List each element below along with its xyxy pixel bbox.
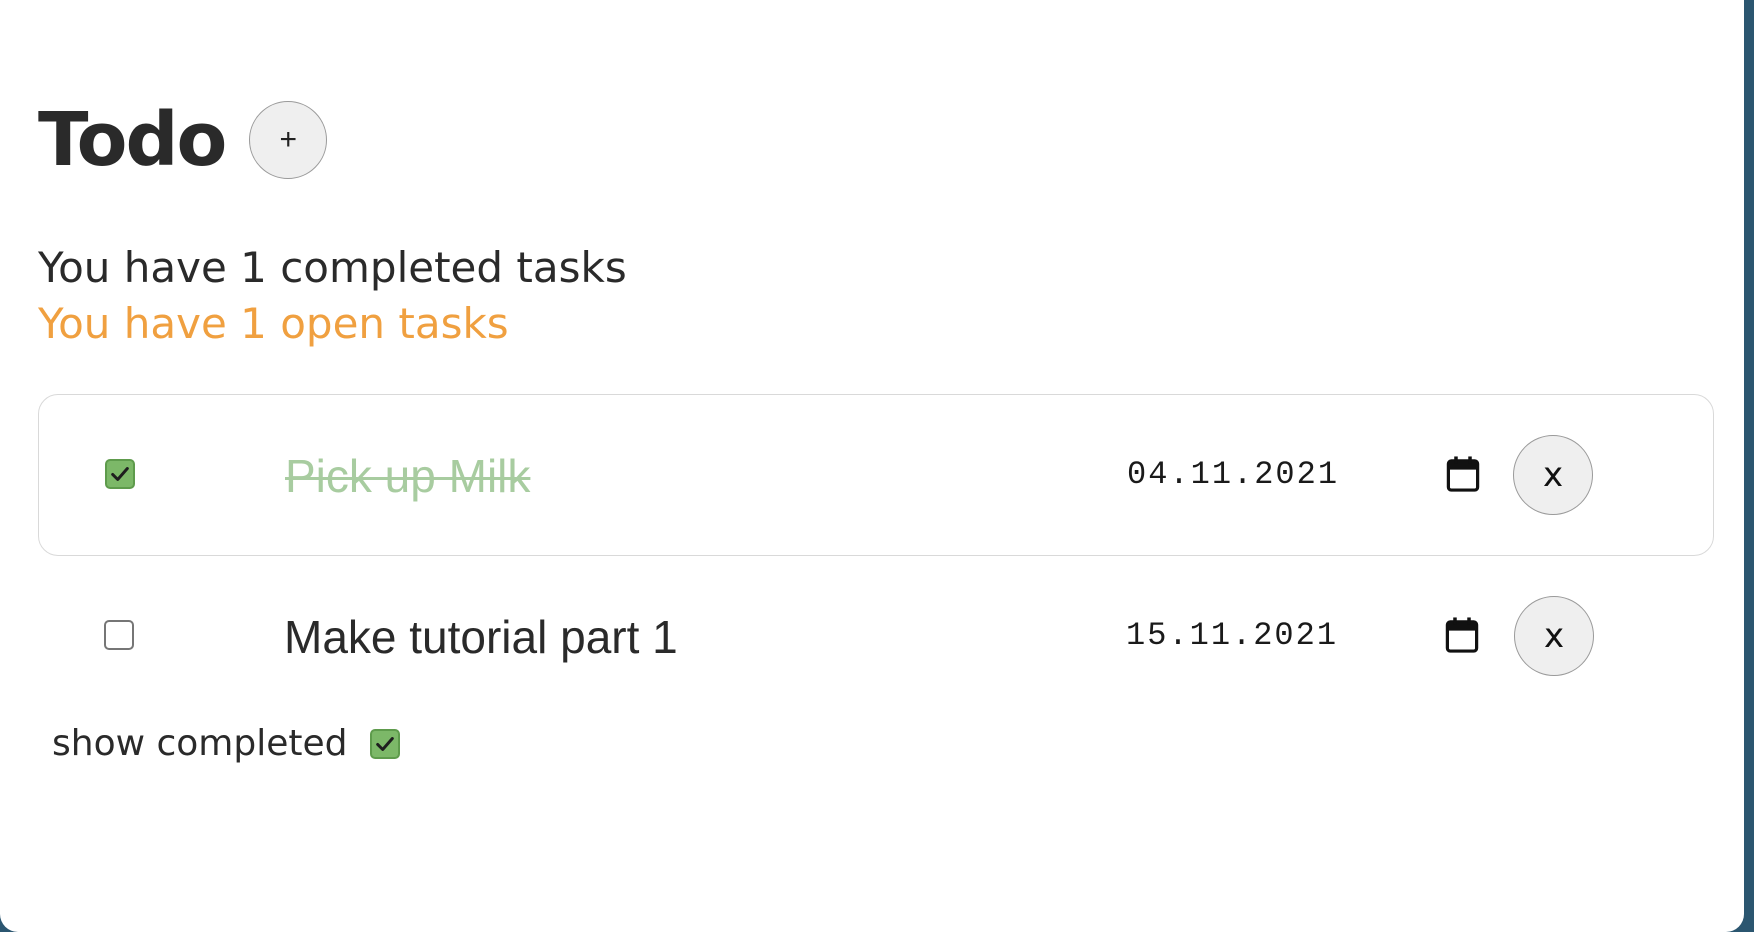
- task-date[interactable]: 04.11.2021: [1127, 455, 1339, 495]
- checkmark-icon: [111, 467, 129, 481]
- task-complete-checkbox[interactable]: [105, 459, 135, 489]
- show-completed-checkbox[interactable]: [369, 729, 400, 759]
- task-row: Pick up Milk 04.11.2021 x: [38, 394, 1714, 556]
- task-date[interactable]: 15.11.2021: [1126, 616, 1338, 656]
- delete-task-button[interactable]: x: [1514, 596, 1594, 676]
- todo-panel: Todo + You have 1 completed tasks You ha…: [0, 0, 1744, 932]
- task-text[interactable]: Pick up Milk: [285, 445, 530, 507]
- open-count-text: You have 1 open tasks: [38, 299, 509, 348]
- calendar-icon[interactable]: [1444, 616, 1480, 654]
- task-complete-checkbox[interactable]: [104, 620, 134, 650]
- page-title: Todo: [38, 97, 227, 183]
- show-completed-label: show completed: [52, 723, 348, 764]
- add-task-button[interactable]: +: [249, 101, 328, 179]
- task-text[interactable]: Make tutorial part 1: [284, 606, 678, 668]
- task-row: Make tutorial part 1 15.11.2021 x: [38, 556, 1714, 718]
- calendar-icon[interactable]: [1445, 455, 1481, 493]
- header: Todo +: [38, 95, 328, 185]
- checkmark-icon: [375, 737, 394, 751]
- completed-count-text: You have 1 completed tasks: [38, 243, 627, 292]
- show-completed-control: show completed: [52, 722, 400, 766]
- delete-task-button[interactable]: x: [1513, 435, 1593, 515]
